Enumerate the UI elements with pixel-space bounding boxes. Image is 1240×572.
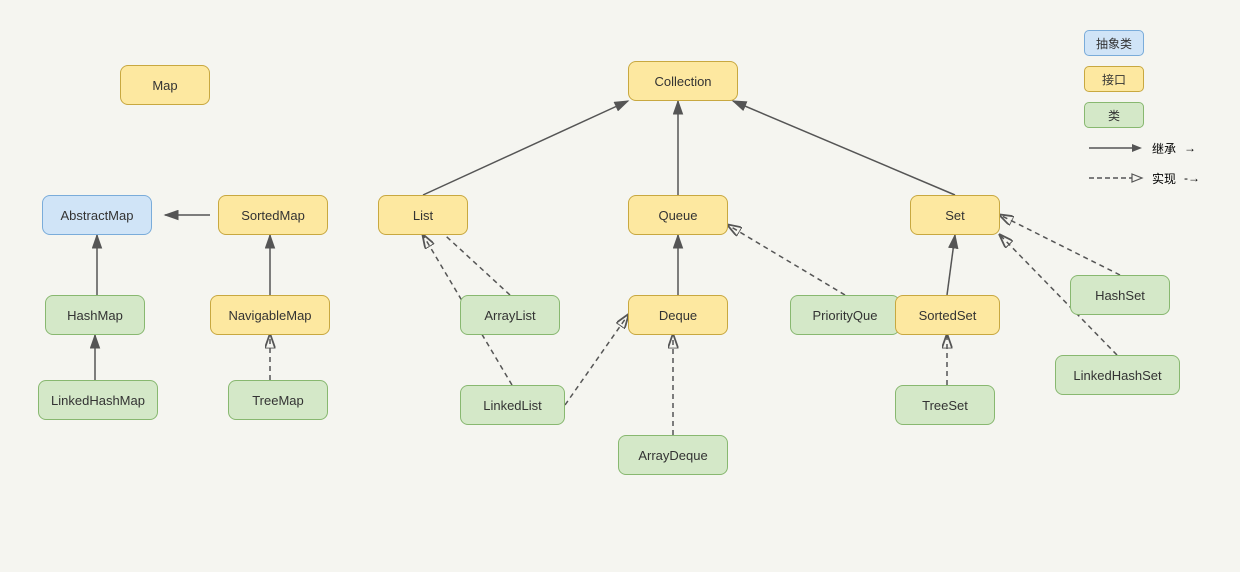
legend-inherit-svg — [1084, 138, 1144, 158]
node-HashMap: HashMap — [45, 295, 145, 335]
legend-interface: 接口 — [1084, 66, 1200, 92]
node-LinkedHashSet: LinkedHashSet — [1055, 355, 1180, 395]
legend-class-box: 类 — [1084, 102, 1144, 128]
legend-implement-svg — [1084, 168, 1144, 188]
node-ArrayDeque: ArrayDeque — [618, 435, 728, 475]
legend-implement-line: 实现 -→ — [1084, 168, 1200, 188]
node-Queue: Queue — [628, 195, 728, 235]
node-HashSet: HashSet — [1070, 275, 1170, 315]
node-SortedMap: SortedMap — [218, 195, 328, 235]
node-Map: Map — [120, 65, 210, 105]
node-TreeSet: TreeSet — [895, 385, 995, 425]
legend-abstract-box: 抽象类 — [1084, 30, 1144, 56]
node-LinkedList: LinkedList — [460, 385, 565, 425]
node-LinkedHashMap: LinkedHashMap — [38, 380, 158, 420]
node-ArrayList: ArrayList — [460, 295, 560, 335]
node-NavigableMap: NavigableMap — [210, 295, 330, 335]
node-Set: Set — [910, 195, 1000, 235]
node-Deque: Deque — [628, 295, 728, 335]
node-SortedSet: SortedSet — [895, 295, 1000, 335]
node-AbstractMap: AbstractMap — [42, 195, 152, 235]
node-List: List — [378, 195, 468, 235]
legend-inherit-line: 继承 → — [1084, 138, 1200, 158]
node-Collection: Collection — [628, 61, 738, 101]
legend: 抽象类 接口 类 继承 → 实现 -→ — [1084, 30, 1200, 188]
node-PriorityQue: PriorityQue — [790, 295, 900, 335]
diagram-container: Collection Map List Queue Set AbstractMa… — [0, 0, 1240, 572]
legend-class: 类 — [1084, 102, 1200, 128]
legend-abstract: 抽象类 — [1084, 30, 1200, 56]
node-TreeMap: TreeMap — [228, 380, 328, 420]
legend-interface-box: 接口 — [1084, 66, 1144, 92]
